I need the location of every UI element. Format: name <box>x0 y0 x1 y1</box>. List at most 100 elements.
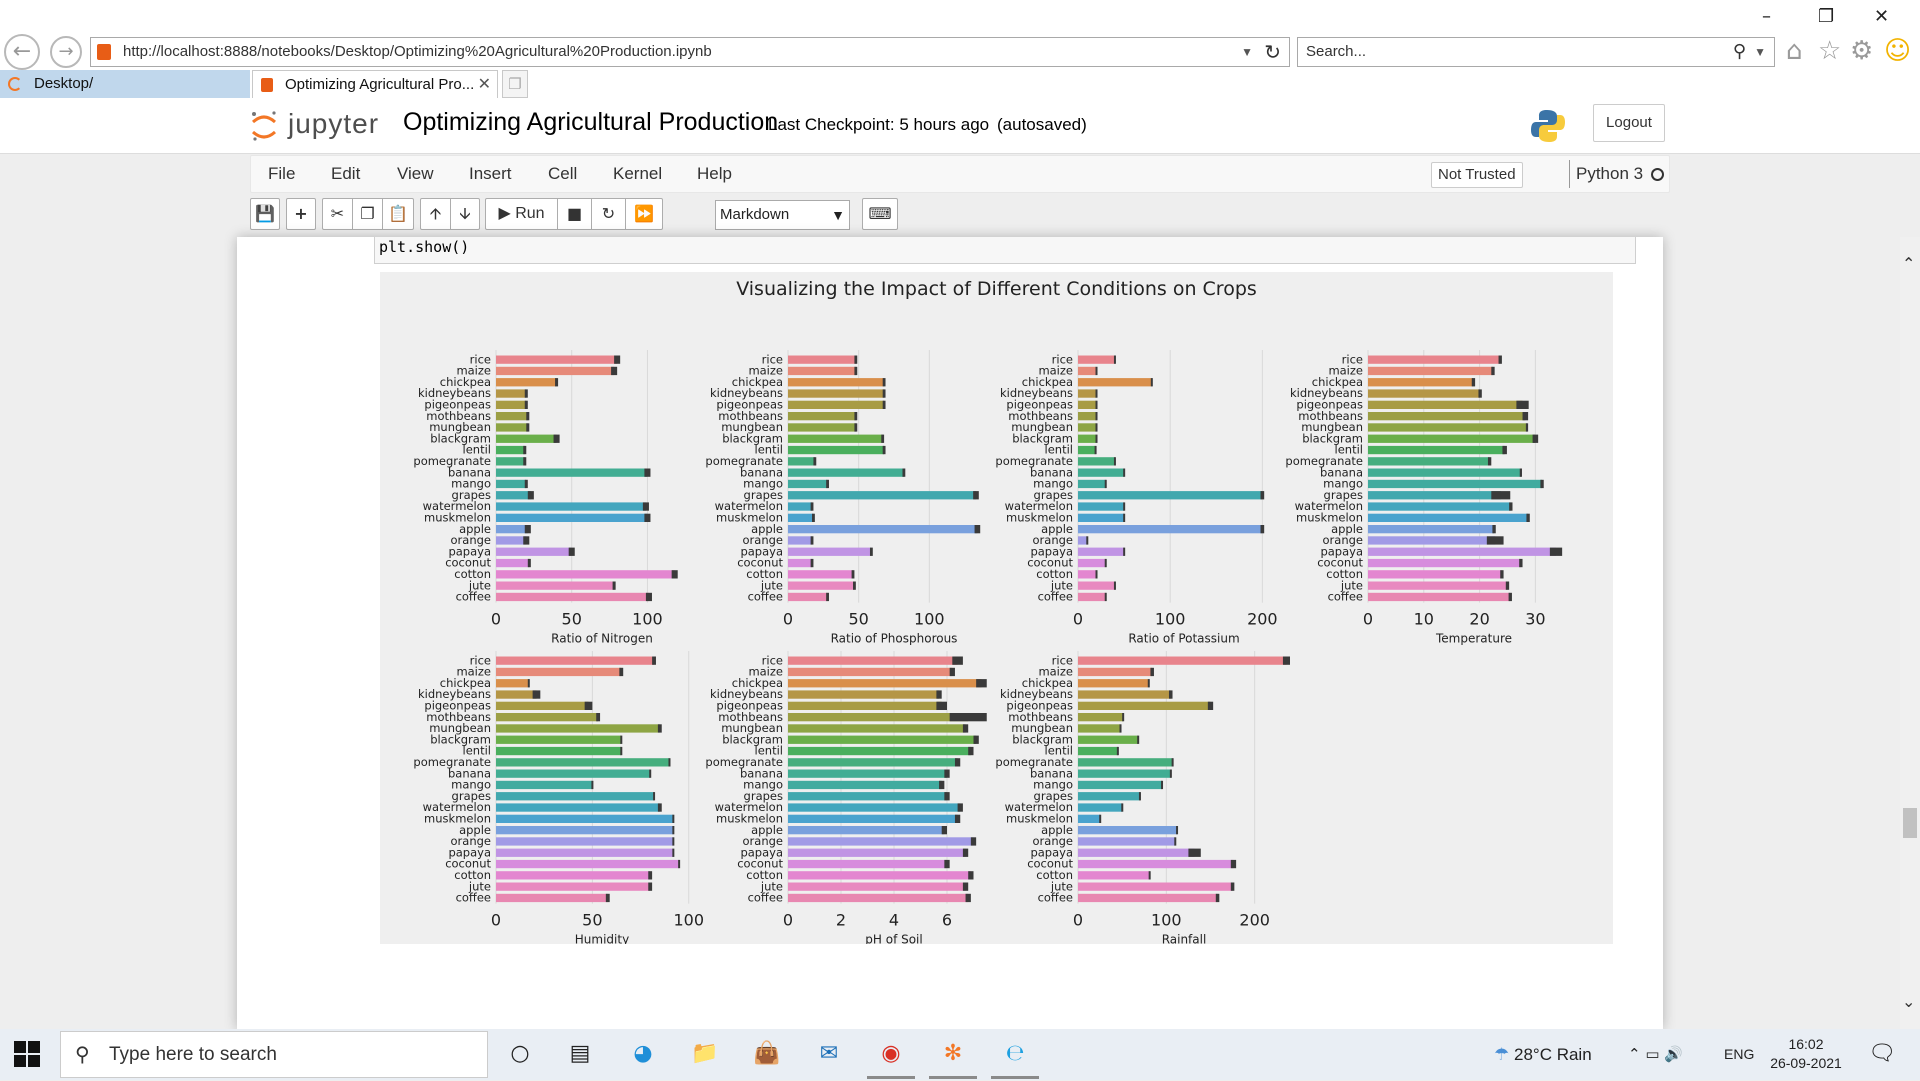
restart-run-all-icon[interactable]: ⏩ <box>626 199 662 229</box>
restart-kernel-icon[interactable]: ↻ <box>592 199 626 229</box>
menu-kernel[interactable]: Kernel <box>613 156 662 192</box>
bar-chickpea <box>788 679 982 688</box>
bar-mothbeans <box>1078 412 1097 421</box>
menu-insert[interactable]: Insert <box>469 156 512 192</box>
bar-pigeonpeas <box>1078 400 1097 409</box>
keyboard-icon[interactable]: ⌨ <box>863 199 897 229</box>
smiley-feedback-icon[interactable]: ☺ <box>1884 36 1911 66</box>
menu-help[interactable]: Help <box>697 156 732 192</box>
speaker-icon[interactable]: 🔊 <box>1664 1045 1683 1063</box>
taskbar-search-input[interactable]: ⚲ Type here to search <box>60 1031 488 1078</box>
bar-mungbean <box>1078 423 1097 432</box>
browser-search-input[interactable]: Search... ⚲ ▼ <box>1297 37 1775 67</box>
move-down-icon[interactable]: 🡫 <box>451 199 479 229</box>
error-bar <box>657 803 662 812</box>
copy-icon[interactable]: ❐ <box>353 199 383 229</box>
insert-cell-plus-icon[interactable]: + <box>287 199 315 229</box>
error-bar <box>851 570 855 579</box>
weather-widget[interactable]: ☂ 28°C Rain <box>1494 1029 1592 1081</box>
interrupt-stop-icon[interactable]: ■ <box>558 199 592 229</box>
cortana-circle-icon[interactable]: ○ <box>503 1037 537 1071</box>
cut-icon[interactable]: ✂ <box>323 199 353 229</box>
store-icon[interactable]: 👜 <box>750 1037 784 1071</box>
y-tick-label: coffee <box>1038 891 1073 905</box>
x-axis-label: Ratio of Nitrogen <box>551 632 653 646</box>
error-bar <box>1095 570 1098 579</box>
jupyter-taskbar-icon[interactable]: ✻ <box>936 1037 970 1071</box>
refresh-icon[interactable]: ↻ <box>1264 38 1281 66</box>
tab-desktop[interactable]: Desktop/ <box>0 70 250 98</box>
home-icon[interactable]: ⌂ <box>1786 36 1803 66</box>
tab-notebook[interactable]: Optimizing Agricultural Pro... ✕ <box>252 70 498 98</box>
error-bar <box>1522 412 1529 421</box>
error-bar <box>1174 837 1177 846</box>
scrollbar[interactable] <box>1900 237 1920 1029</box>
error-bar <box>1095 434 1098 443</box>
bar-mothbeans <box>1078 713 1124 722</box>
battery-icon[interactable]: ▭ <box>1645 1045 1659 1063</box>
notification-center-icon[interactable]: 🗨 <box>1868 1041 1896 1066</box>
file-explorer-icon[interactable]: 📁 <box>688 1037 722 1071</box>
save-icon[interactable]: 💾 <box>251 199 279 229</box>
search-icon[interactable]: ⚲ <box>1733 38 1746 66</box>
bar-banana <box>496 769 651 778</box>
task-view-icon[interactable]: ▤ <box>563 1037 597 1071</box>
x-tick-label: 0 <box>1073 610 1083 629</box>
bar-mungbean <box>1368 423 1527 432</box>
error-bar <box>1104 479 1107 489</box>
run-button[interactable]: ▶ Run <box>486 199 558 229</box>
cell-type-select[interactable]: Markdown ▼ <box>715 200 850 230</box>
internet-explorer-icon[interactable]: ℮ <box>998 1037 1032 1071</box>
error-bar <box>1207 701 1214 710</box>
system-tray[interactable]: ⌃ ▭ 🔊 <box>1628 1029 1683 1080</box>
menu-file[interactable]: File <box>268 156 295 192</box>
new-tab-button[interactable]: ❐ <box>502 70 528 98</box>
forward-button[interactable]: → <box>50 36 82 68</box>
move-up-icon[interactable]: 🡩 <box>421 199 451 229</box>
mail-icon[interactable]: ✉ <box>812 1037 846 1071</box>
code-cell[interactable]: plt.show() <box>374 237 1636 264</box>
minimize-button[interactable]: – <box>1762 6 1771 27</box>
back-button[interactable]: ← <box>4 34 40 70</box>
menu-cell[interactable]: Cell <box>548 156 577 192</box>
autosave-status: (autosaved) <box>997 115 1087 134</box>
chrome-icon[interactable]: ◉ <box>874 1037 908 1071</box>
checkpoint-status: Last Checkpoint: 5 hours ago <box>768 115 990 134</box>
x-tick-label: 0 <box>1073 911 1083 930</box>
menu-edit[interactable]: Edit <box>331 156 360 192</box>
y-tick-label: coffee <box>456 590 491 604</box>
bar-watermelon <box>496 502 646 511</box>
language-indicator[interactable]: ENG <box>1724 1029 1754 1080</box>
address-bar[interactable]: http://localhost:8888/notebooks/Desktop/… <box>90 37 1290 67</box>
chevron-down-icon[interactable]: ▼ <box>1241 38 1253 66</box>
scroll-thumb[interactable] <box>1903 808 1917 838</box>
trust-indicator[interactable]: Not Trusted <box>1431 162 1523 188</box>
windows-start-icon[interactable] <box>14 1041 40 1067</box>
error-bar <box>941 826 947 835</box>
error-bar <box>648 871 653 880</box>
menu-view[interactable]: View <box>397 156 434 192</box>
bar-orange <box>1368 536 1496 545</box>
scroll-down-arrow-icon[interactable]: ⌄ <box>1902 992 1915 1011</box>
scroll-up-arrow-icon[interactable]: ⌃ <box>1902 254 1915 273</box>
bar-muskmelon <box>1078 513 1125 522</box>
chevron-down-icon[interactable]: ▼ <box>1754 38 1766 66</box>
clock[interactable]: 16:02 26-09-2021 <box>1766 1035 1846 1073</box>
favorites-star-icon[interactable]: ☆ <box>1818 36 1841 66</box>
logout-button[interactable]: Logout <box>1593 104 1665 142</box>
tab-row: Desktop/ Optimizing Agricultural Pro... … <box>0 70 1920 98</box>
error-bar <box>648 882 653 891</box>
bar-orange <box>1078 837 1176 846</box>
close-tab-icon[interactable]: ✕ <box>478 71 491 99</box>
error-bar <box>652 656 656 665</box>
error-bar <box>1119 724 1122 733</box>
paste-icon[interactable]: 📋 <box>383 199 413 229</box>
x-tick-label: 10 <box>1414 610 1434 629</box>
close-window-button[interactable]: ✕ <box>1874 6 1889 27</box>
settings-gear-icon[interactable]: ⚙ <box>1850 36 1873 66</box>
notebook-title[interactable]: Optimizing Agricultural Production <box>403 108 778 137</box>
chevron-up-icon[interactable]: ⌃ <box>1628 1045 1641 1063</box>
edge-browser-icon[interactable]: ◕ <box>626 1037 660 1071</box>
restore-button[interactable]: ❐ <box>1818 6 1834 27</box>
error-bar <box>1282 656 1290 665</box>
